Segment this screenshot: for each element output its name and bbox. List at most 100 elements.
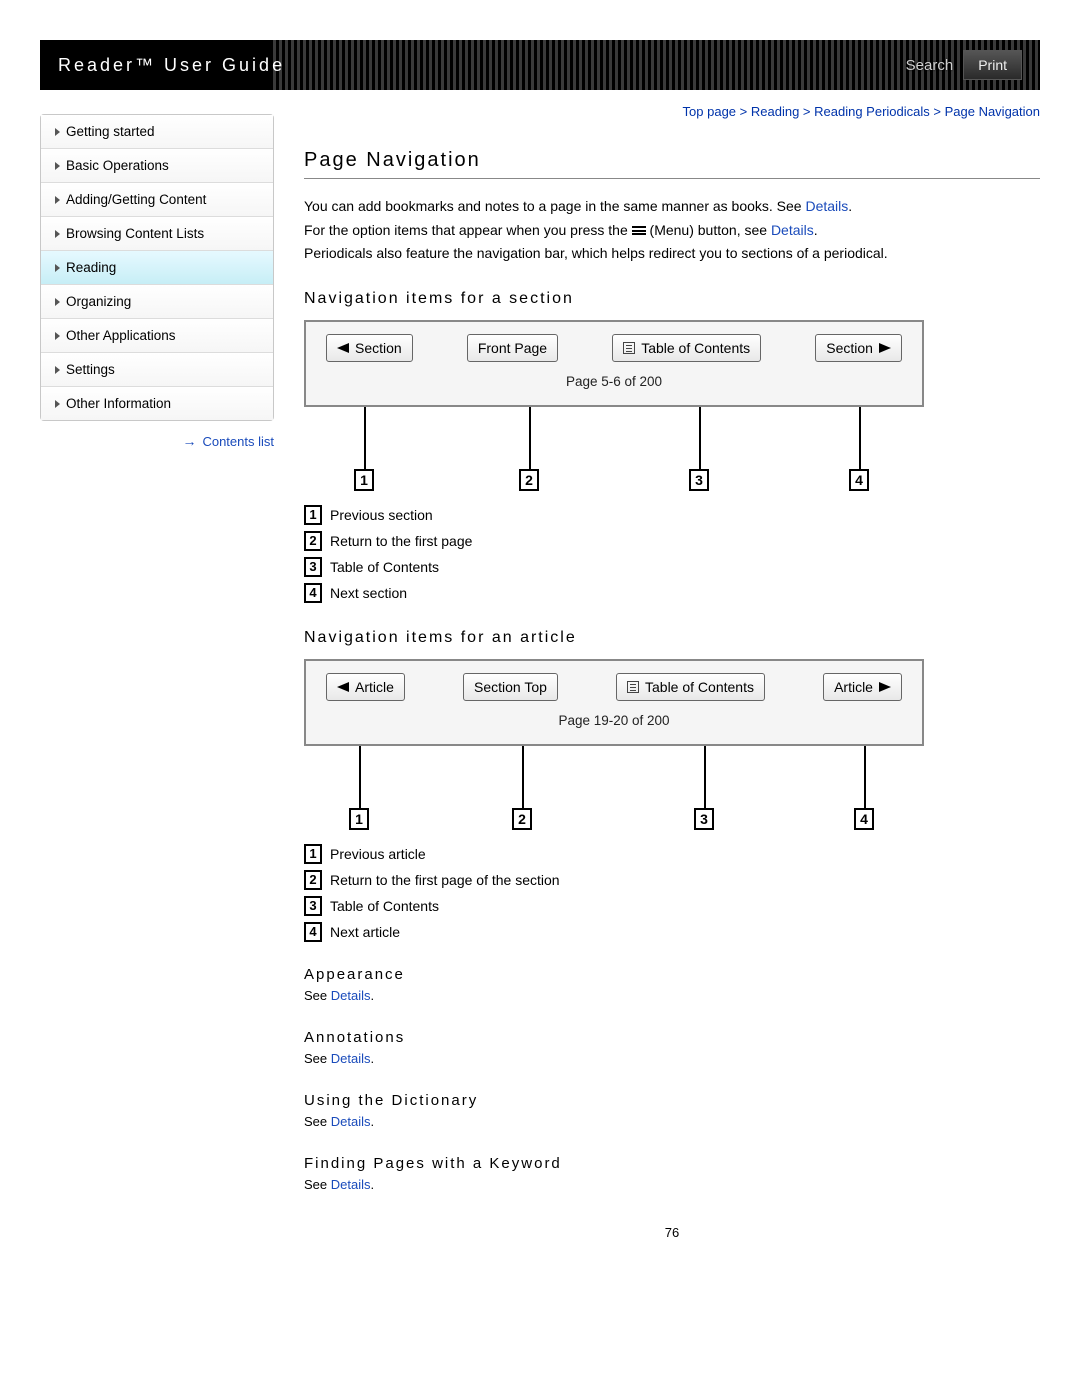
legend-text: Previous section [330,507,433,523]
legend-text: Return to the first page of the section [330,872,560,888]
details-link[interactable]: Details [805,198,848,214]
sidebar-item-label: Settings [66,362,115,377]
subheading-dictionary: Using the Dictionary [304,1092,1040,1109]
chevron-right-icon [55,332,60,340]
legend-num: 1 [304,844,322,864]
legend-text: Next article [330,924,400,940]
callout-number: 4 [849,469,869,491]
callout-number: 4 [854,808,874,830]
prev-article-button: Article [326,673,405,701]
intro-para-1: You can add bookmarks and notes to a pag… [304,197,1040,217]
sidebar-item-label: Reading [66,260,116,275]
sidebar-item-basic-operations[interactable]: Basic Operations [41,149,273,183]
see-details: See Details. [304,987,1040,1005]
callout-lines: 1 2 3 4 [304,746,924,836]
arrow-right-icon: → [182,433,196,449]
breadcrumb-item[interactable]: Page Navigation [945,104,1040,119]
see-details: See Details. [304,1113,1040,1131]
callout-number: 3 [694,808,714,830]
callout-number: 1 [349,808,369,830]
legend-text: Next section [330,585,407,601]
next-article-button: Article [823,673,902,701]
page-number: 76 [304,1225,1040,1240]
legend-num: 3 [304,896,322,916]
search-label[interactable]: Search [906,57,954,74]
contents-list-label: Contents list [202,434,274,449]
diagram-article-nav: Article Section Top Table of Contents Ar… [304,659,924,746]
sidebar-item-label: Organizing [66,294,131,309]
callout-number: 1 [354,469,374,491]
sidebar-item-label: Browsing Content Lists [66,226,204,241]
chevron-right-icon [55,264,60,272]
toc-button: Table of Contents [616,673,765,701]
app-title: Reader™ User Guide [58,55,285,76]
print-button[interactable]: Print [963,50,1022,80]
legend-text: Table of Contents [330,898,439,914]
intro-para-3: Periodicals also feature the navigation … [304,244,1040,264]
breadcrumb-item[interactable]: Reading Periodicals [814,104,930,119]
subheading-finding-pages: Finding Pages with a Keyword [304,1155,1040,1172]
details-link[interactable]: Details [331,1114,371,1129]
subheading-article-nav: Navigation items for an article [304,629,1040,647]
chevron-right-icon [55,196,60,204]
legend-article: 1 Previous article 2 Return to the first p… [304,844,1040,942]
sidebar-item-other-info[interactable]: Other Information [41,387,273,420]
see-details: See Details. [304,1050,1040,1068]
legend-text: Previous article [330,846,426,862]
page-title: Page Navigation [304,149,1040,172]
legend-num: 2 [304,870,322,890]
sidebar-item-label: Other Applications [66,328,176,343]
legend-num: 4 [304,583,322,603]
sidebar-item-browsing-lists[interactable]: Browsing Content Lists [41,217,273,251]
breadcrumb: Top page > Reading > Reading Periodicals… [304,104,1040,119]
legend-section: 1 Previous section 2 Return to the first p… [304,505,1040,603]
intro-para-2: For the option items that appear when yo… [304,221,1040,241]
subheading-section-nav: Navigation items for a section [304,290,1040,308]
sidebar-item-getting-started[interactable]: Getting started [41,115,273,149]
details-link[interactable]: Details [771,222,814,238]
section-top-button: Section Top [463,673,558,701]
legend-num: 4 [304,922,322,942]
sidebar-item-label: Adding/Getting Content [66,192,206,207]
details-link[interactable]: Details [331,1051,371,1066]
see-details: See Details. [304,1176,1040,1194]
toc-icon [627,681,639,693]
chevron-right-icon [55,230,60,238]
sidebar-item-other-apps[interactable]: Other Applications [41,319,273,353]
details-link[interactable]: Details [331,1177,371,1192]
legend-num: 1 [304,505,322,525]
page-info-text: Page 19-20 of 200 [326,713,902,728]
sidebar-item-settings[interactable]: Settings [41,353,273,387]
sidebar-item-label: Getting started [66,124,155,139]
details-link[interactable]: Details [331,988,371,1003]
callout-number: 2 [519,469,539,491]
sidebar-item-adding-content[interactable]: Adding/Getting Content [41,183,273,217]
prev-section-button: Section [326,334,413,362]
chevron-right-icon [55,400,60,408]
callout-lines: 1 2 3 4 [304,407,924,497]
sidebar-item-label: Basic Operations [66,158,169,173]
page-info-text: Page 5-6 of 200 [326,374,902,389]
diagram-section-nav: Section Front Page Table of Contents Sec… [304,320,924,407]
chevron-right-icon [55,366,60,374]
chevron-right-icon [55,162,60,170]
toc-button: Table of Contents [612,334,761,362]
header-bar: Reader™ User Guide Search Print [40,40,1040,90]
sidebar-item-organizing[interactable]: Organizing [41,285,273,319]
menu-icon [632,225,646,237]
front-page-button: Front Page [467,334,558,362]
callout-number: 2 [512,808,532,830]
contents-list-link[interactable]: → Contents list [40,433,274,449]
breadcrumb-item[interactable]: Reading [751,104,799,119]
legend-num: 3 [304,557,322,577]
next-section-button: Section [815,334,902,362]
sidebar-item-reading[interactable]: Reading [41,251,273,285]
toc-icon [623,342,635,354]
legend-text: Return to the first page [330,533,472,549]
legend-num: 2 [304,531,322,551]
callout-number: 3 [689,469,709,491]
legend-text: Table of Contents [330,559,439,575]
subheading-annotations: Annotations [304,1029,1040,1046]
breadcrumb-item[interactable]: Top page [683,104,737,119]
chevron-right-icon [55,128,60,136]
